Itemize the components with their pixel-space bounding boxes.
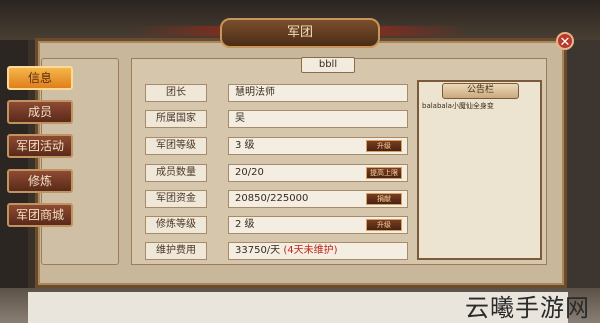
maintenance-value: 33750/天 (4天未维护) <box>228 242 408 260</box>
tab-legion-activities[interactable]: 军团活动 <box>7 134 73 158</box>
legion-name-tag: bbll <box>301 57 355 73</box>
leader-label: 团长 <box>145 84 207 102</box>
leader-value: 慧明法师 <box>228 84 408 102</box>
raise-limit-button[interactable]: 提高上限 <box>366 167 402 179</box>
watermark: 云曦手游网 <box>465 294 590 322</box>
legion-funds-label: 军团资金 <box>145 190 207 208</box>
title-plaque: 军团 <box>220 18 380 48</box>
title-ornament-left <box>135 26 225 36</box>
donate-button[interactable]: 捐献 <box>366 193 402 205</box>
training-upgrade-button[interactable]: 升级 <box>366 219 402 231</box>
training-level-label: 修炼等级 <box>145 216 207 234</box>
legion-upgrade-button[interactable]: 升级 <box>366 140 402 152</box>
tab-training[interactable]: 修炼 <box>7 169 73 193</box>
close-icon: ✕ <box>559 35 571 50</box>
notice-text: balabala小魔仙全身变 <box>422 102 494 110</box>
notice-board-title: 公告栏 <box>442 83 519 99</box>
close-button[interactable]: ✕ <box>556 32 574 50</box>
title-ornament-right <box>378 26 468 36</box>
nation-value: 吴 <box>228 110 408 128</box>
nation-label: 所属国家 <box>145 110 207 128</box>
tab-members[interactable]: 成员 <box>7 100 73 124</box>
tab-legion-shop[interactable]: 军团商城 <box>7 203 73 227</box>
legion-level-label: 军团等级 <box>145 137 207 155</box>
maintenance-label: 维护费用 <box>145 242 207 260</box>
window-title: 军团 <box>286 25 313 40</box>
tab-info[interactable]: 信息 <box>7 66 73 90</box>
maintenance-cost: 33750/天 <box>235 245 281 256</box>
maintenance-warning: (4天未维护) <box>283 245 338 256</box>
member-count-label: 成员数量 <box>145 164 207 182</box>
